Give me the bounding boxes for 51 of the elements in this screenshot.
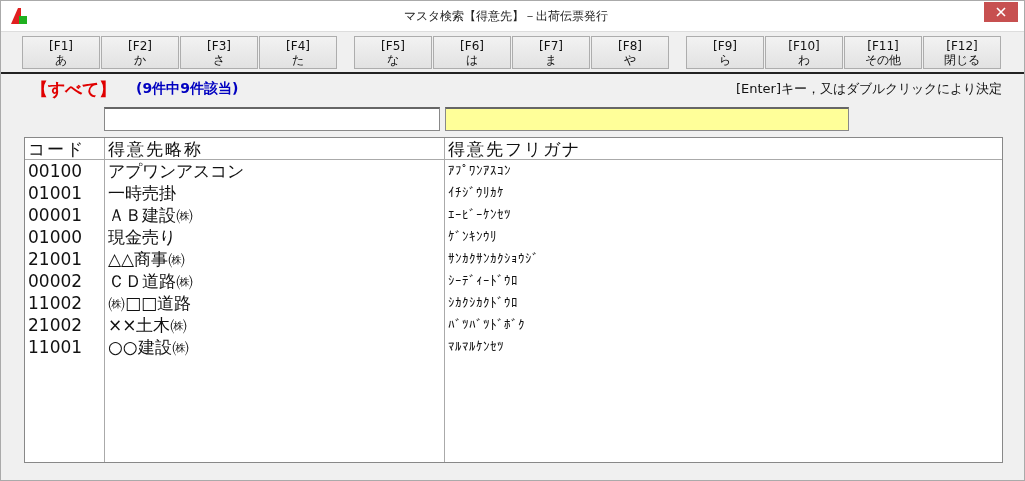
table-cell-text: ｼｰﾃﾞｨｰﾄﾞｳﾛ <box>447 272 519 290</box>
table-cell-text: ﾏﾙﾏﾙｹﾝｾﾂ <box>447 338 505 356</box>
table-cell: 11001 <box>25 336 105 358</box>
app-logo-icon <box>11 8 27 24</box>
function-key-button[interactable]: [F1] あ <box>22 36 100 69</box>
table-cell-text: ｱﾌﾟﾜﾝｱｽｺﾝ <box>447 162 512 180</box>
close-icon <box>996 7 1006 17</box>
column-header: 得意先略称 <box>105 138 445 160</box>
table-cell: 01000 <box>25 226 105 248</box>
table-cell: 00001 <box>25 204 105 226</box>
function-key-button[interactable]: [F9] ら <box>686 36 764 69</box>
function-key-button[interactable]: [F11] その他 <box>844 36 922 69</box>
table-cell-text: ｹﾞﾝｷﾝｳﾘ <box>447 228 498 246</box>
table-cell: ㈱□□道路 <box>105 292 445 314</box>
table-cell-text: ﾊﾞﾂﾊﾞﾂﾄﾞﾎﾞｸ <box>447 316 526 334</box>
function-key-button[interactable]: [F4] た <box>259 36 337 69</box>
table-cell: ＡＢ建設㈱ <box>105 204 445 226</box>
column-header: 得意先フリガナ <box>445 138 1002 160</box>
window-title: マスタ検索【得意先】－出荷伝票発行 <box>402 7 609 25</box>
function-key-button[interactable]: [F2] か <box>101 36 179 69</box>
table-cell: 00100 <box>25 160 105 182</box>
table-cell: 11002 <box>25 292 105 314</box>
table-cell: 00002 <box>25 270 105 292</box>
column-header: コード <box>25 138 105 160</box>
table-cell-text: ｲﾁｼﾞｳﾘｶｹ <box>447 184 505 202</box>
kana-search-field[interactable] <box>445 107 849 131</box>
category-label: 【すべて】 <box>31 77 116 101</box>
function-key-button[interactable]: [F12] 閉じる <box>923 36 1001 69</box>
table-cell-text: ｻﾝｶｸｻﾝｶｸｼｮｳｼﾞ <box>447 250 540 268</box>
function-key-button[interactable]: [F8] や <box>591 36 669 69</box>
table-cell: △△商事㈱ <box>105 248 445 270</box>
table-cell: 一時売掛 <box>105 182 445 204</box>
function-key-button[interactable]: [F7] ま <box>512 36 590 69</box>
table-cell: 21001 <box>25 248 105 270</box>
close-button[interactable] <box>984 2 1018 22</box>
function-key-button[interactable]: [F3] さ <box>180 36 258 69</box>
match-count: (9件中9件該当) <box>136 80 239 98</box>
function-key-button[interactable]: [F10] わ <box>765 36 843 69</box>
name-search-field[interactable] <box>104 107 440 131</box>
table-cell: ○○建設㈱ <box>105 336 445 358</box>
table-cell: アプワンアスコン <box>105 160 445 182</box>
table-cell-text: ｼｶｸｼｶｸﾄﾞｳﾛ <box>447 294 519 312</box>
table-cell: 現金売り <box>105 226 445 248</box>
table-cell: ＣＤ道路㈱ <box>105 270 445 292</box>
table-cell-text: ｴｰﾋﾞｰｹﾝｾﾂ <box>447 206 512 224</box>
table-cell: 01001 <box>25 182 105 204</box>
instruction-text: [Enter]キー，又はダブルクリックにより決定 <box>735 80 1002 98</box>
table-cell: 21002 <box>25 314 105 336</box>
table-cell: ××土木㈱ <box>105 314 445 336</box>
function-key-button[interactable]: [F5] な <box>354 36 432 69</box>
function-key-button[interactable]: [F6] は <box>433 36 511 69</box>
